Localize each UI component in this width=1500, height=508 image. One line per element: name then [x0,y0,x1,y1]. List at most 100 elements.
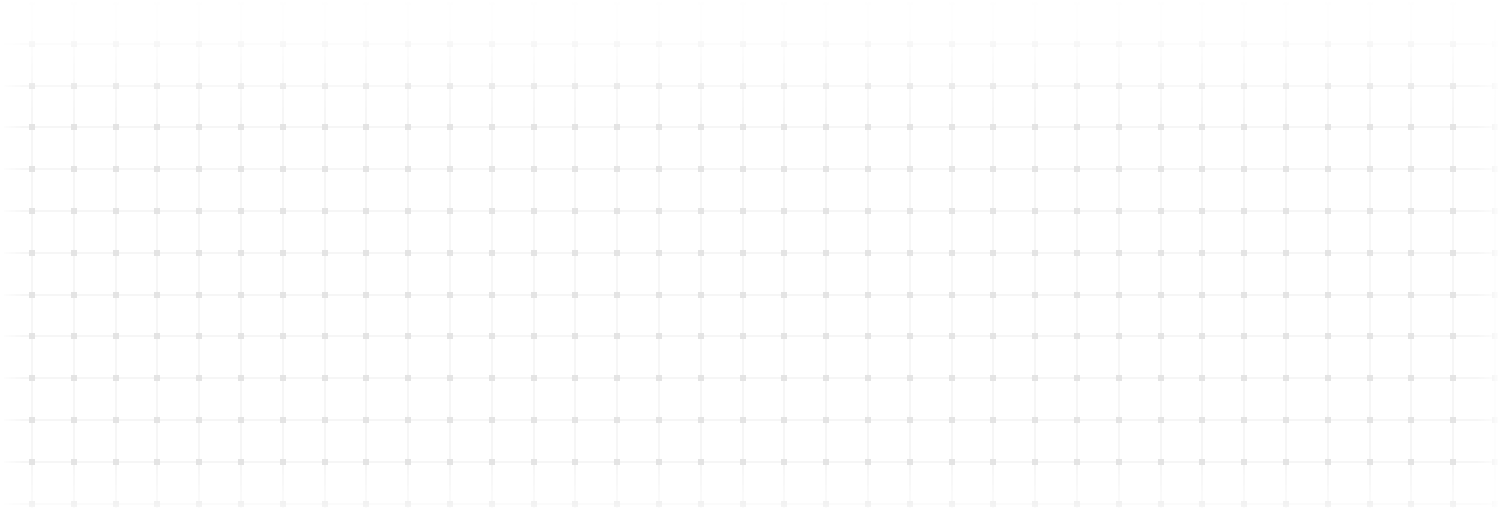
grid-dot [1492,83,1498,89]
grid-dot [656,208,662,214]
grid-dot [29,208,35,214]
grid-dot [1408,0,1414,5]
grid-dot [1325,0,1331,5]
grid-dot [531,208,537,214]
grid-dot [698,501,704,507]
grid-dot [1241,83,1247,89]
grid-dot [447,250,453,256]
grid-dot [1116,292,1122,298]
grid-dot [71,417,77,423]
grid-dot [405,166,411,172]
grid-dot [656,0,662,5]
grid-dot [280,166,286,172]
grid-dot [990,41,996,47]
grid-dot [29,41,35,47]
grid-dot [1199,417,1205,423]
grid-dot [740,41,746,47]
grid-dot [1367,333,1373,339]
grid-dot [1241,292,1247,298]
grid-dot [698,459,704,465]
grid-dot [71,333,77,339]
grid-dot [1199,459,1205,465]
grid-dot [1032,292,1038,298]
grid-dot [447,166,453,172]
grid-dot [1408,83,1414,89]
grid-dot [1158,292,1164,298]
grid-dot [823,501,829,507]
grid-dot [363,459,369,465]
grid-dot [238,0,244,5]
grid-dot [489,250,495,256]
grid-dot [447,459,453,465]
grid-dot [238,166,244,172]
grid-dot [740,83,746,89]
grid-dot [1032,166,1038,172]
grid-dot [71,0,77,5]
grid-dot [1367,501,1373,507]
grid-dot [656,166,662,172]
grid-dot [656,41,662,47]
grid-dot [363,292,369,298]
grid-dot [1492,333,1498,339]
grid-dot [949,83,955,89]
grid-dot [405,83,411,89]
grid-dot [1283,124,1289,130]
grid-dot [1241,333,1247,339]
grid-dot [196,208,202,214]
grid-dot [1367,417,1373,423]
grid-dot [1367,41,1373,47]
grid-dot [1450,166,1456,172]
grid-dot [71,124,77,130]
grid-dot [196,250,202,256]
grid-dot [656,459,662,465]
grid-dot [71,41,77,47]
grid-dot [1325,375,1331,381]
grid-dot [196,124,202,130]
grid-dot [1074,83,1080,89]
grid-dot [865,459,871,465]
grid-dot [280,208,286,214]
grid-dot [1074,417,1080,423]
grid-dot [907,292,913,298]
grid-dot [656,417,662,423]
grid-dot [1325,250,1331,256]
grid-dot [1199,292,1205,298]
grid-dot [907,333,913,339]
grid-dot [1158,417,1164,423]
grid-dot [489,208,495,214]
grid-dot [572,417,578,423]
grid-dot [71,501,77,507]
grid-dot [154,166,160,172]
grid-dot [29,250,35,256]
grid-dot [990,333,996,339]
grid-dot [1492,0,1498,5]
grid-dot [823,292,829,298]
grid-dot [531,83,537,89]
grid-dot [113,41,119,47]
grid-dot [781,292,787,298]
grid-dot [823,166,829,172]
grid-dot [154,83,160,89]
grid-dot [1450,333,1456,339]
grid-dot [990,292,996,298]
grid-dot [322,501,328,507]
grid-dot [1492,417,1498,423]
grid-dot [196,41,202,47]
grid-dot [154,124,160,130]
grid-dot [781,83,787,89]
grid-dot [1116,459,1122,465]
grid-dot [363,83,369,89]
grid-dot [740,166,746,172]
grid-dot [71,83,77,89]
grid-dot [1241,417,1247,423]
grid-dot [1283,333,1289,339]
grid-dot [865,0,871,5]
grid-dot [29,417,35,423]
grid-dot [781,459,787,465]
grid-dot [823,208,829,214]
grid-dot [489,41,495,47]
grid-dot [949,208,955,214]
grid-dot [113,208,119,214]
grid-dot [949,250,955,256]
grid-dot [113,83,119,89]
